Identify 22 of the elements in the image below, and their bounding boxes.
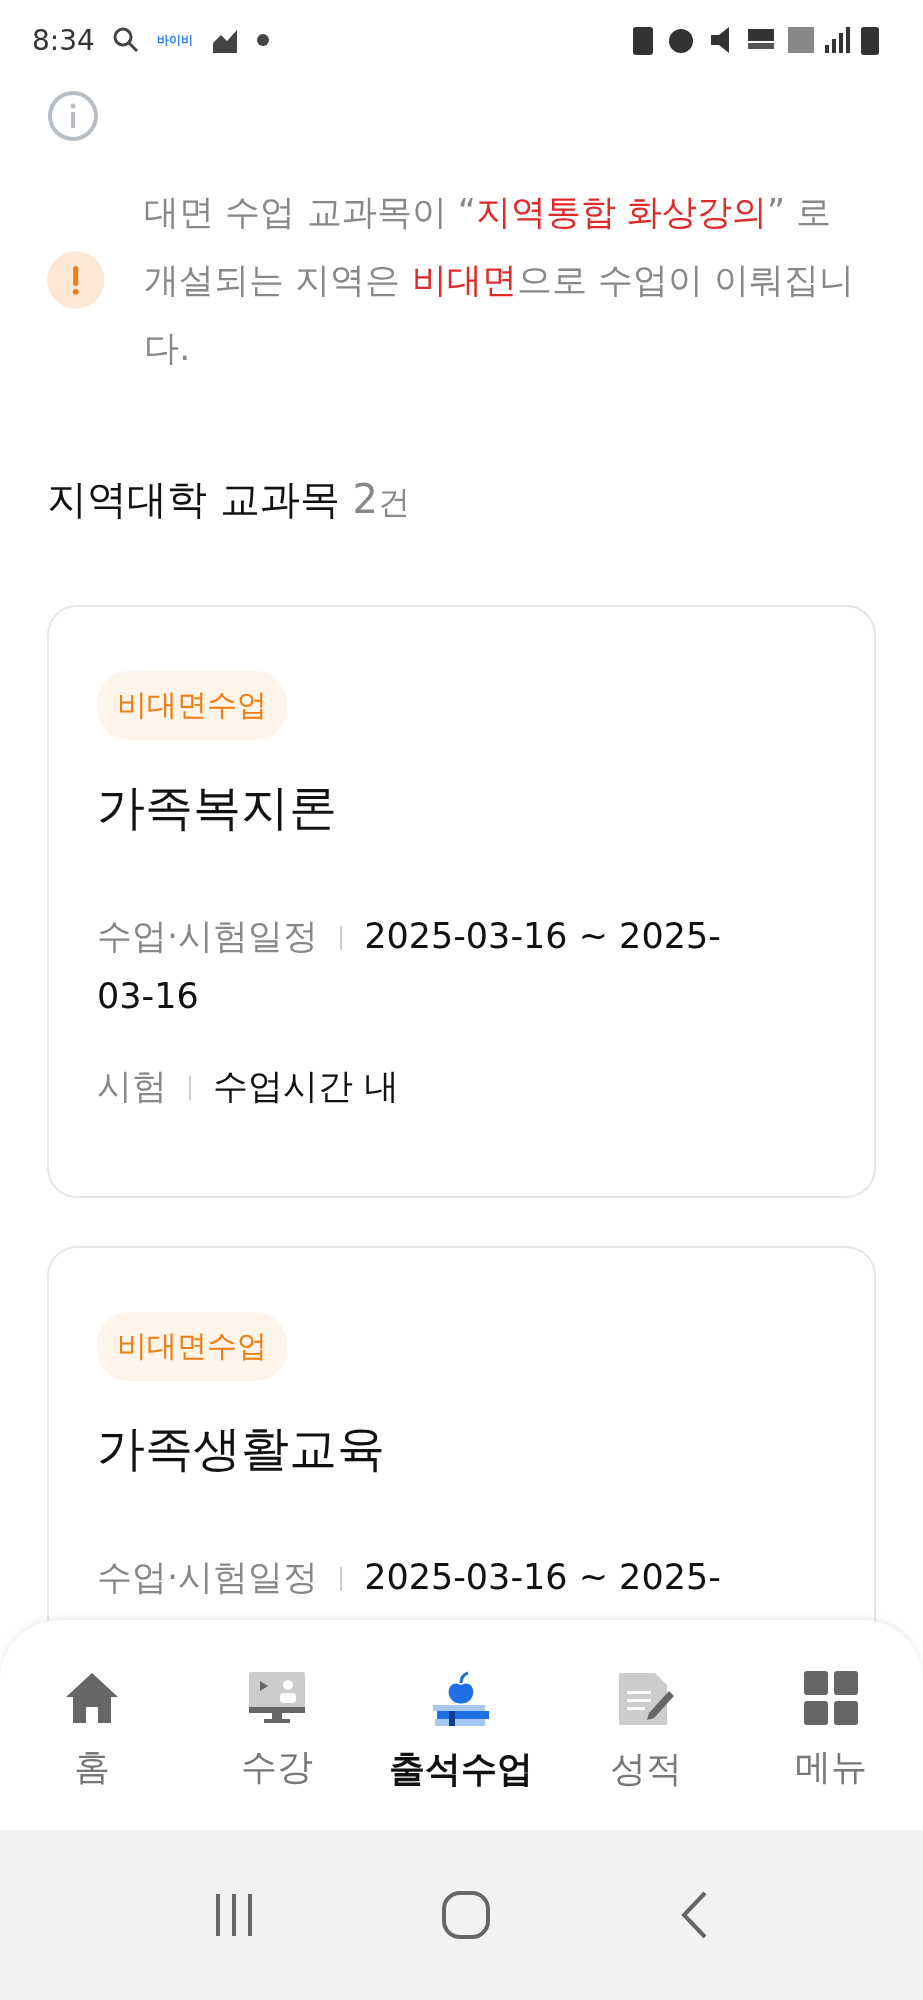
- dot-icon: [256, 34, 269, 46]
- course-badge: 비대면수업: [97, 1312, 287, 1381]
- warning-icon: [47, 251, 105, 309]
- course-title: 가족복지론: [97, 778, 338, 837]
- grid-menu-icon: [803, 1671, 858, 1725]
- course-badge: 비대면수업: [97, 671, 287, 740]
- info-row-text: 수업·시험일정 2025-03-16 ~ 2025-03-16: [97, 915, 722, 1018]
- section-title: 지역대학 교과목 2 건: [47, 475, 411, 524]
- info-row-text: 수업·시험일정 2025-03-16 ~ 2025-: [97, 1556, 722, 1599]
- recent-apps-icon[interactable]: [213, 1892, 254, 1938]
- apple-books-icon: [431, 1671, 492, 1727]
- course-card[interactable]: 비대면수업 가족복지론 수업·시험일정 2025-03-16 ~ 2025-03-16 시험 수업시간 내: [47, 605, 876, 1198]
- monitor-icon: [247, 1671, 306, 1725]
- info-row-text: 시험 수업시간 내: [97, 1065, 401, 1108]
- search-icon: [112, 27, 139, 53]
- info-icon: [47, 90, 99, 142]
- app-label: 바이비: [156, 31, 193, 49]
- notice-text: 대면 수업 교과목이 “지역통합 화상강의” 로 개설되는 지역은 비대면으로 수업이 이뤄집니다.: [144, 191, 855, 370]
- course-title: 가족생활교육: [97, 1419, 386, 1478]
- document-pencil-icon: [617, 1671, 676, 1727]
- home-button-icon[interactable]: [441, 1890, 492, 1940]
- status-time: 8:34: [32, 23, 95, 57]
